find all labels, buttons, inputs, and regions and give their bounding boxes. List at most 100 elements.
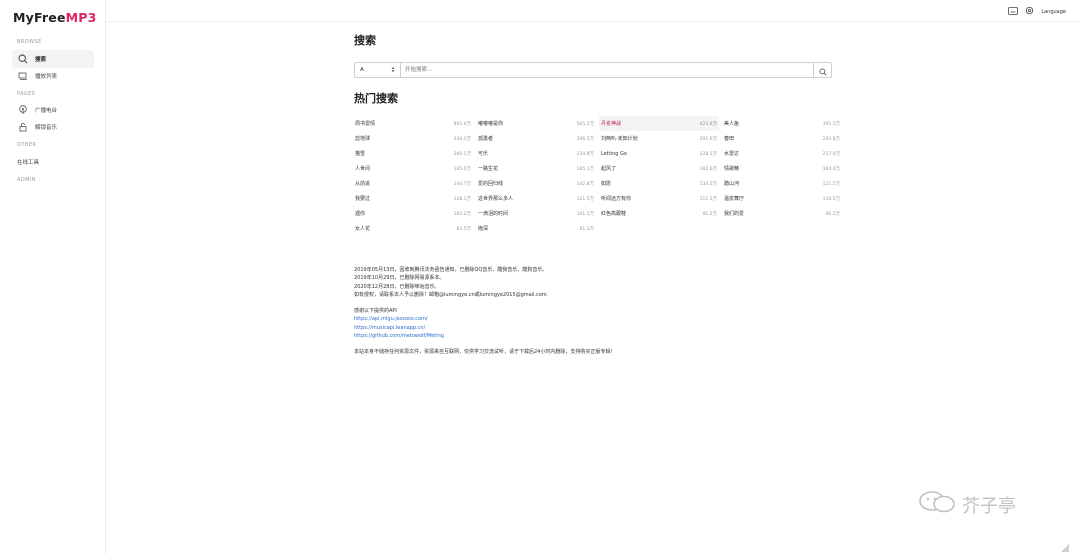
hot-search-item[interactable]: 遇你 103.2万 (353, 206, 473, 221)
hot-search-item[interactable]: 孤勇者 306.5万 (476, 131, 596, 146)
hot-search-item[interactable]: 从前说 144.7万 (353, 176, 473, 191)
hot-search-item[interactable]: 红色高跟鞋 91.2万 (599, 206, 719, 221)
hot-search-name: 丹雀神战 (601, 121, 622, 127)
hot-search-item[interactable]: 女人花 83.5万 (353, 221, 473, 236)
hot-search-count: 111.5万 (699, 196, 717, 202)
hot-search-item[interactable]: 丹雀神战 423.8万 (599, 116, 719, 131)
api-link[interactable]: https://api.mlgu.jsososo.com/ (354, 315, 834, 323)
hot-search-item[interactable]: 春田 283.8万 (722, 131, 842, 146)
app-logo[interactable]: MyFreeMP3 (13, 10, 97, 25)
hot-search-item[interactable]: 美人鱼 395.5万 (722, 116, 842, 131)
hot-search-name: 起风了 (601, 166, 617, 172)
search-bar: A (354, 62, 832, 78)
sidebar: MyFreeMP3 BROWSE 搜索 播放列表 PAGES 广播电台 解锁音乐… (0, 0, 106, 554)
hot-search-item[interactable]: 刘两叭·未知计划 291.6万 (599, 131, 719, 146)
hot-search-count: 423.8万 (699, 121, 717, 127)
search-button[interactable] (813, 63, 831, 77)
sidebar-item-playlist[interactable]: 播放列表 (12, 67, 94, 85)
source-select-value: A (360, 67, 364, 73)
notice-line: 如有侵权，请联系本人予以删除！邮箱@lumingye.cn或lumingye20… (354, 291, 547, 298)
hot-search-name: 猫雪 (355, 151, 366, 157)
hot-search-count: 121.5万 (822, 181, 840, 187)
hot-search-count: 182.6万 (699, 166, 717, 172)
search-input[interactable] (401, 63, 813, 77)
sidebar-item-label: 解锁音乐 (35, 125, 58, 131)
hot-search-count: 110.5万 (822, 196, 840, 202)
sidebar-item-online-tools[interactable]: 在线工具 (17, 158, 39, 166)
hot-search-item[interactable]: 水雷达 217.0万 (722, 146, 842, 161)
hot-search-name: 人世间 (355, 166, 371, 172)
hot-search-name: 红色高跟鞋 (601, 211, 627, 217)
hot-search-name: 温泉舞厅 (724, 196, 745, 202)
hot-search-count: 128.1万 (453, 196, 471, 202)
hot-search-item[interactable]: 一滴泪的时间 101.5万 (476, 206, 596, 221)
hot-search-name: 雨深 (478, 226, 489, 232)
sidebar-item-search[interactable]: 搜索 (12, 50, 94, 68)
hot-search-item[interactable]: 剪地球 334.1万 (353, 131, 473, 146)
hot-search-item[interactable]: 听闻远方有你 111.5万 (599, 191, 719, 206)
section-label-admin: ADMIN (17, 177, 36, 183)
hot-search-item[interactable]: 周书雷情 805.4万 (353, 116, 473, 131)
hot-search-name: 嘟嘟嘟是你 (478, 121, 504, 127)
watermark-text: 芥子亭 (962, 495, 1016, 517)
hot-search-item[interactable]: 情歌精 164.4万 (722, 161, 842, 176)
hot-search-count: 134.5万 (699, 181, 717, 187)
search-icon (15, 50, 31, 68)
sidebar-item-unlock[interactable]: 解锁音乐 (12, 118, 94, 136)
hot-search-name: 周书雷情 (355, 121, 376, 127)
hot-search-count: 144.7万 (453, 181, 471, 187)
hot-search-item[interactable]: 这世界那么多人 121.5万 (476, 191, 596, 206)
hot-search-item[interactable]: 我要过 128.1万 (353, 191, 473, 206)
hot-search-name: 水雷达 (724, 151, 740, 157)
hot-search-name: 遇你 (355, 211, 366, 217)
notice-line: 2020年12月28日，已删除咪咕音乐。 (354, 283, 440, 290)
hot-search-count: 283.8万 (822, 136, 840, 142)
hot-search-count: 805.4万 (453, 121, 471, 127)
hot-search-item[interactable]: 嘟嘟嘟是你 565.2万 (476, 116, 596, 131)
hot-search-item[interactable]: 一路生花 185.1万 (476, 161, 596, 176)
hot-search-name: 剪地球 (355, 136, 371, 142)
sidebar-item-radio[interactable]: 广播电台 (12, 101, 94, 119)
api-link[interactable]: https://musicapi.leanapp.cn/ (354, 324, 834, 332)
hot-search-item[interactable]: 雨深 81.3万 (476, 221, 596, 236)
hot-search-item[interactable]: 可乐 234.8万 (476, 146, 596, 161)
keyboard-icon[interactable] (1008, 6, 1019, 17)
hot-search-name: 一路生花 (478, 166, 499, 172)
hot-search-count: 565.2万 (576, 121, 594, 127)
hot-search-name: 我们的爱 (724, 211, 745, 217)
hot-search-item[interactable]: 踏山河 121.5万 (722, 176, 842, 191)
hot-search-count: 185.1万 (576, 166, 594, 172)
language-button[interactable]: Language (1041, 9, 1066, 15)
hot-search-item[interactable]: 如愿 134.5万 (599, 176, 719, 191)
wechat-icon (918, 490, 958, 519)
api-link[interactable]: https://github.com/metowolf/Meting (354, 332, 834, 340)
hot-search-count: 81.3万 (579, 226, 594, 232)
hot-search-name: 听闻远方有你 (601, 196, 632, 202)
hot-search-item[interactable]: 温泉舞厅 110.5万 (722, 191, 842, 206)
sidebar-item-label: 搜索 (35, 57, 47, 63)
hot-search-count: 234.8万 (576, 151, 594, 157)
hot-search-name: 春田 (724, 136, 735, 142)
hot-search-grid: 周书雷情 805.4万 嘟嘟嘟是你 565.2万 丹雀神战 423.8万 美人鱼 395.5万… (353, 116, 840, 236)
hot-search-item[interactable]: 猫雪 260.5万 (353, 146, 473, 161)
top-bar: Language (107, 0, 1080, 22)
hot-search-name: 可乐 (478, 151, 489, 157)
hot-search-item[interactable]: 爱的回归线 142.8万 (476, 176, 596, 191)
gear-icon[interactable] (1025, 6, 1034, 17)
hot-search-item[interactable]: 起风了 182.6万 (599, 161, 719, 176)
api-thanks-label: 感谢以下提供的API (354, 308, 397, 315)
search-icon (819, 61, 827, 80)
section-label-browse: BROWSE (17, 39, 42, 45)
source-select[interactable]: A (355, 63, 401, 77)
hot-search-name: 如愿 (601, 181, 612, 187)
hot-search-item[interactable]: Letting Go 228.5万 (599, 146, 719, 161)
hot-search-item[interactable]: 我们的爱 96.2万 (722, 206, 842, 221)
hot-search-count: 185.0万 (453, 166, 471, 172)
hot-search-count: 228.5万 (699, 151, 717, 157)
sidebar-item-label: 播放列表 (35, 74, 58, 80)
main-content: 搜索 A 热门搜索 周书雷情 805.4万 嘟嘟嘟是你 565.2万 丹雀神战 423.8… (354, 32, 840, 355)
hot-search-item[interactable]: 人世间 185.0万 (353, 161, 473, 176)
hot-search-name: Letting Go (601, 150, 627, 157)
hot-search-count: 334.1万 (453, 136, 471, 142)
hot-search-count: 91.2万 (702, 211, 717, 217)
